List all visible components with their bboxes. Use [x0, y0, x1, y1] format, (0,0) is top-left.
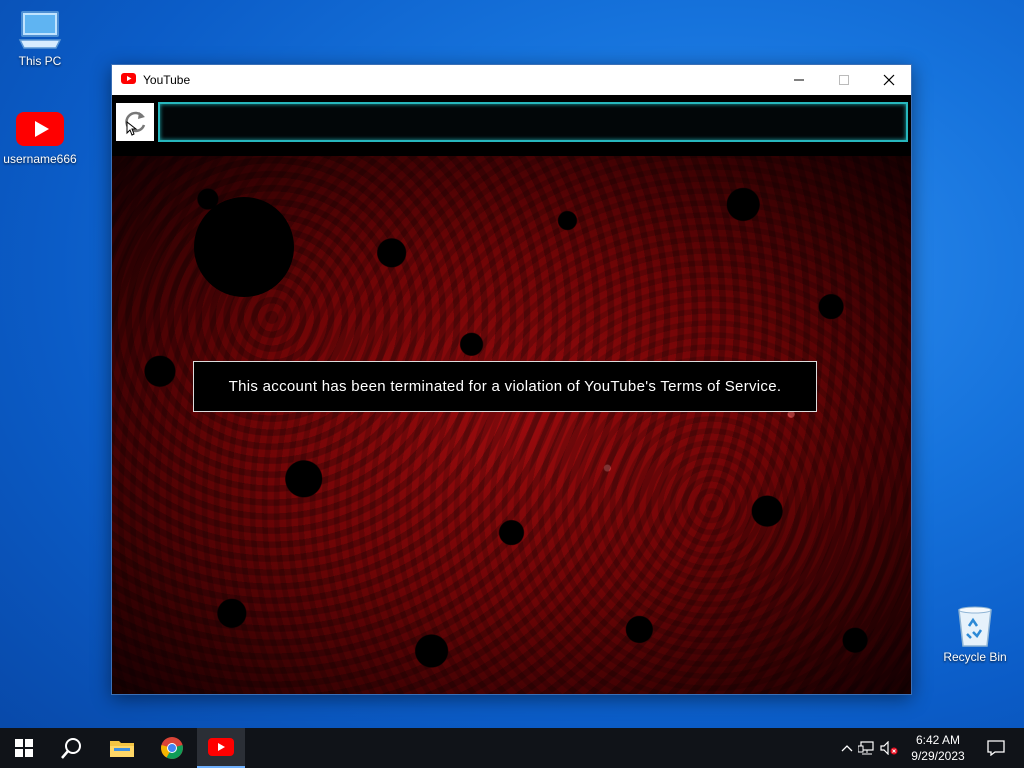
network-icon[interactable] — [856, 741, 878, 755]
close-icon — [883, 74, 894, 86]
desktop-icon-recycle-bin[interactable]: Recycle Bin — [935, 604, 1015, 664]
browser-toolbar — [112, 95, 911, 153]
reload-icon — [125, 111, 146, 136]
close-button[interactable] — [866, 65, 911, 95]
search-button[interactable] — [48, 728, 96, 768]
maximize-button[interactable] — [821, 65, 866, 95]
recycle-bin-icon — [955, 604, 995, 648]
youtube-icon — [208, 738, 234, 756]
desktop-icon-this-pc[interactable]: This PC — [0, 10, 80, 68]
desktop-icon-label: This PC — [18, 54, 62, 68]
taskbar-youtube[interactable] — [197, 728, 245, 768]
clock-date: 9/29/2023 — [911, 749, 965, 763]
desktop-icon-label: Recycle Bin — [943, 650, 1007, 664]
taskbar-clock[interactable]: 6:42 AM 9/29/2023 — [904, 732, 972, 764]
notification-icon — [987, 740, 1005, 756]
chrome-icon — [161, 737, 183, 759]
search-icon — [61, 738, 81, 759]
youtube-icon — [121, 71, 136, 89]
desktop-icon-username666[interactable]: username666 — [0, 112, 80, 166]
taskbar: 6:42 AM 9/29/2023 — [0, 728, 1024, 768]
reload-button[interactable] — [116, 103, 154, 141]
start-button[interactable] — [0, 728, 48, 768]
channel-avatar — [194, 197, 294, 297]
minimize-button[interactable] — [776, 65, 821, 95]
window-titlebar[interactable]: YouTube — [112, 65, 911, 95]
clock-time: 6:42 AM — [915, 733, 961, 747]
maximize-icon — [838, 75, 849, 85]
termination-message: This account has been terminated for a v… — [228, 378, 782, 395]
window-title: YouTube — [143, 73, 191, 87]
address-bar[interactable] — [158, 102, 908, 142]
channel-page: This account has been terminated for a v… — [112, 156, 911, 694]
address-input[interactable] — [160, 104, 906, 140]
chevron-up-icon[interactable] — [838, 744, 856, 752]
youtube-icon — [16, 112, 64, 146]
termination-banner: This account has been terminated for a v… — [193, 361, 817, 412]
file-explorer-icon — [110, 741, 134, 757]
taskbar-file-explorer[interactable] — [98, 728, 146, 768]
minimize-icon — [793, 79, 804, 81]
windows-start-icon — [15, 739, 33, 757]
volume-muted-icon[interactable] — [878, 741, 900, 755]
youtube-window: YouTube This account has been terminated… — [111, 64, 912, 695]
computer-icon — [18, 10, 62, 52]
desktop-icon-label: username666 — [3, 152, 77, 166]
taskbar-chrome[interactable] — [148, 728, 196, 768]
notification-button[interactable] — [976, 728, 1016, 768]
